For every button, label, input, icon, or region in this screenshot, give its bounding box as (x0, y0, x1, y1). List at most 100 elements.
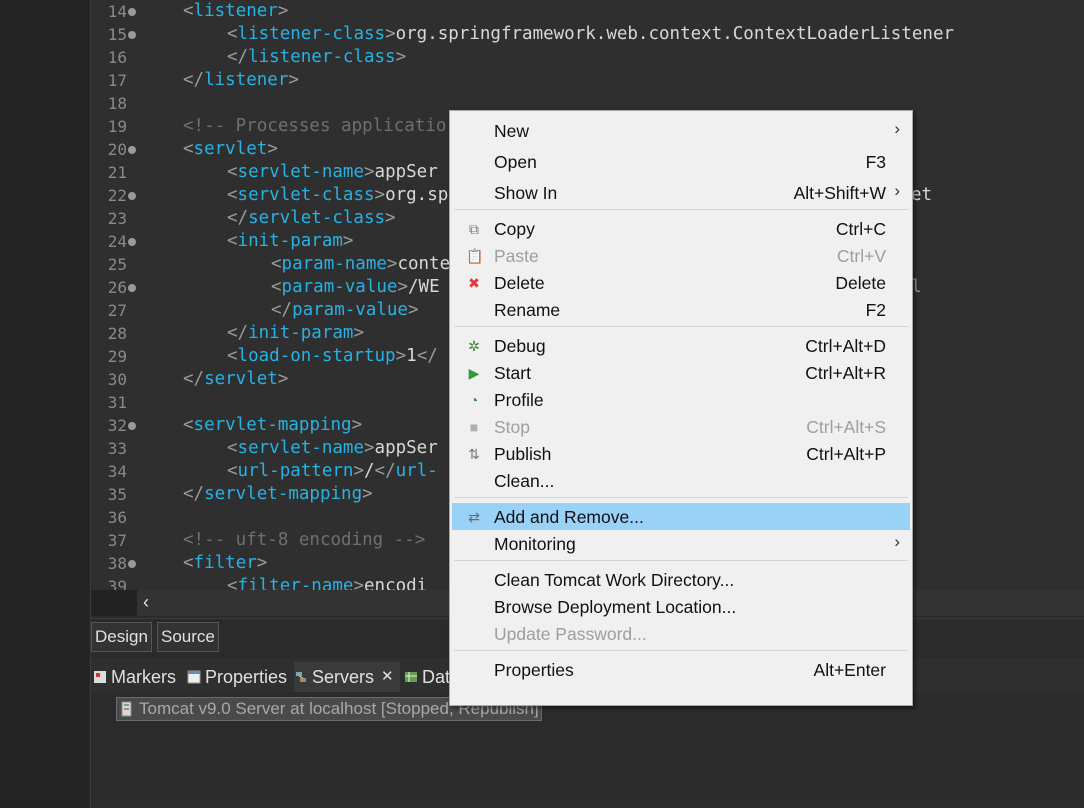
close-icon[interactable]: ✕ (381, 662, 394, 692)
xml-text: org.springframework.web.context.ContextL… (395, 24, 955, 44)
scroll-left-icon[interactable]: ‹ (143, 592, 149, 613)
code-text: <servlet-mapping> (183, 414, 362, 437)
line-number: 37 (107, 531, 127, 550)
xml-bracket: </ (183, 70, 205, 90)
menu-item-monitoring[interactable]: Monitoring › (452, 530, 910, 557)
menu-item-shortcut: Delete (835, 273, 886, 293)
menu-item-shortcut: Ctrl+Alt+S (806, 417, 886, 437)
tab-markers-label: Markers (111, 667, 177, 687)
menu-item-shortcut: F3 (865, 152, 886, 172)
tab-data-source[interactable]: Dat (404, 662, 450, 692)
code-line[interactable]: 17 </listener> (91, 69, 1084, 92)
menu-item-clean[interactable]: Clean... (452, 467, 910, 494)
menu-item-profile[interactable]: ◔ Profile (452, 386, 910, 413)
fold-toggle-icon[interactable] (128, 238, 136, 246)
copy-icon: ⧉ (469, 221, 479, 237)
code-line[interactable]: 15 <listener-class>org.springframework.we… (91, 23, 1084, 46)
xml-bracket: > (363, 438, 375, 458)
code-fragment: et (911, 185, 933, 205)
xml-text: org.sp (385, 185, 449, 205)
servers-icon (296, 672, 306, 682)
code-line[interactable]: 14 <listener> (91, 0, 1084, 23)
xml-bracket: < (227, 231, 238, 251)
menu-item-label: Copy (494, 219, 535, 239)
menu-item-shortcut: Ctrl+Alt+D (805, 336, 886, 356)
xml-bracket: > (395, 47, 407, 67)
start-icon: ▶ (468, 365, 480, 381)
line-number: 28 (107, 324, 127, 343)
menu-item-publish[interactable]: ⇅ Publish Ctrl+Alt+P (452, 440, 910, 467)
menu-item-shortcut: Alt+Enter (813, 660, 886, 680)
line-number: 23 (107, 209, 127, 228)
xml-bracket: > (407, 300, 419, 320)
line-number: 34 (107, 462, 127, 481)
xml-text: 1 (406, 346, 417, 366)
xml-bracket: </ (183, 484, 205, 504)
menu-item-update-password[interactable]: Update Password... (452, 620, 910, 647)
xml-tag-name: servlet-class (248, 208, 386, 228)
xml-bracket: < (227, 461, 238, 481)
tab-properties[interactable]: Properties (187, 662, 287, 692)
xml-tag-name: param-name (281, 254, 387, 274)
xml-tag-name: param-value (292, 300, 408, 320)
menu-item-rename[interactable]: Rename F2 (452, 296, 910, 323)
xml-tag-name: filter (193, 553, 257, 573)
code-line[interactable]: 16 </listener-class> (91, 46, 1084, 69)
menu-item-stop[interactable]: ■ Stop Ctrl+Alt+S (452, 413, 910, 440)
menu-item-new[interactable]: New › (452, 117, 910, 144)
menu-item-start[interactable]: ▶ Start Ctrl+Alt+R (452, 359, 910, 386)
menu-item-show-in[interactable]: Show In Alt+Shift+W › (452, 179, 910, 206)
code-text: <!-- uft-8 encoding --> (183, 529, 425, 552)
fold-toggle-icon[interactable] (128, 422, 136, 430)
fold-toggle-icon[interactable] (128, 560, 136, 568)
line-number: 32 (107, 416, 127, 435)
menu-item-delete[interactable]: ✖ Delete Delete (452, 269, 910, 296)
xml-tag-name: url- (395, 461, 438, 481)
line-number: 27 (107, 301, 127, 320)
menu-separator (454, 209, 908, 210)
fold-toggle-icon[interactable] (128, 284, 136, 292)
xml-tag-name: servlet (193, 139, 268, 159)
code-text: <init-param> (227, 230, 353, 253)
xml-tag-name: listener-class (248, 47, 396, 67)
tab-design[interactable]: Design (91, 622, 152, 652)
server-icon (121, 701, 132, 717)
xml-tag-name: url-pattern (237, 461, 354, 481)
fold-toggle-icon[interactable] (128, 146, 136, 154)
xml-text: appSer (374, 162, 438, 182)
code-text: </servlet-mapping> (183, 483, 373, 506)
menu-item-clean-tomcat-work-directory[interactable]: Clean Tomcat Work Directory... (452, 566, 910, 593)
menu-item-properties[interactable]: Properties Alt+Enter (452, 656, 910, 683)
code-text: <url-pattern>/</url- (227, 460, 438, 483)
xml-tag-name: servlet-name (237, 162, 364, 182)
fold-toggle-icon[interactable] (128, 31, 136, 39)
xml-tag-name: listener (204, 70, 289, 90)
tab-servers-label: Servers (312, 667, 375, 687)
tab-source[interactable]: Source (157, 622, 219, 652)
xml-bracket: </ (227, 47, 249, 67)
publish-icon: ⇅ (468, 446, 480, 462)
xml-bracket: </ (271, 300, 293, 320)
xml-tag-name: servlet-name (237, 438, 364, 458)
xml-bracket: < (183, 553, 194, 573)
menu-item-copy[interactable]: ⧉ Copy Ctrl+C (452, 215, 910, 242)
xml-bracket: </ (227, 208, 249, 228)
xml-bracket: > (277, 1, 289, 21)
line-number: 39 (107, 577, 127, 590)
menu-item-paste[interactable]: 📋 Paste Ctrl+V (452, 242, 910, 269)
tab-markers[interactable]: Markers (93, 662, 176, 692)
xml-bracket: < (227, 185, 238, 205)
debug-icon: ✲ (468, 338, 480, 354)
menu-item-open[interactable]: Open F3 (452, 148, 910, 175)
properties-icon (187, 670, 201, 684)
menu-item-browse-deployment-location[interactable]: Browse Deployment Location... (452, 593, 910, 620)
fold-toggle-icon[interactable] (128, 8, 136, 16)
xml-bracket: > (267, 139, 278, 159)
fold-toggle-icon[interactable] (128, 192, 136, 200)
xml-text: encodi (364, 576, 428, 590)
menu-item-debug[interactable]: ✲ Debug Ctrl+Alt+D (452, 332, 910, 359)
xml-text: conte (397, 254, 451, 274)
menu-item-add-and-remove[interactable]: ⇄ Add and Remove... (452, 503, 910, 530)
tab-servers[interactable]: Servers ✕ (294, 662, 400, 692)
code-text: <servlet-name>appSer (227, 161, 438, 184)
